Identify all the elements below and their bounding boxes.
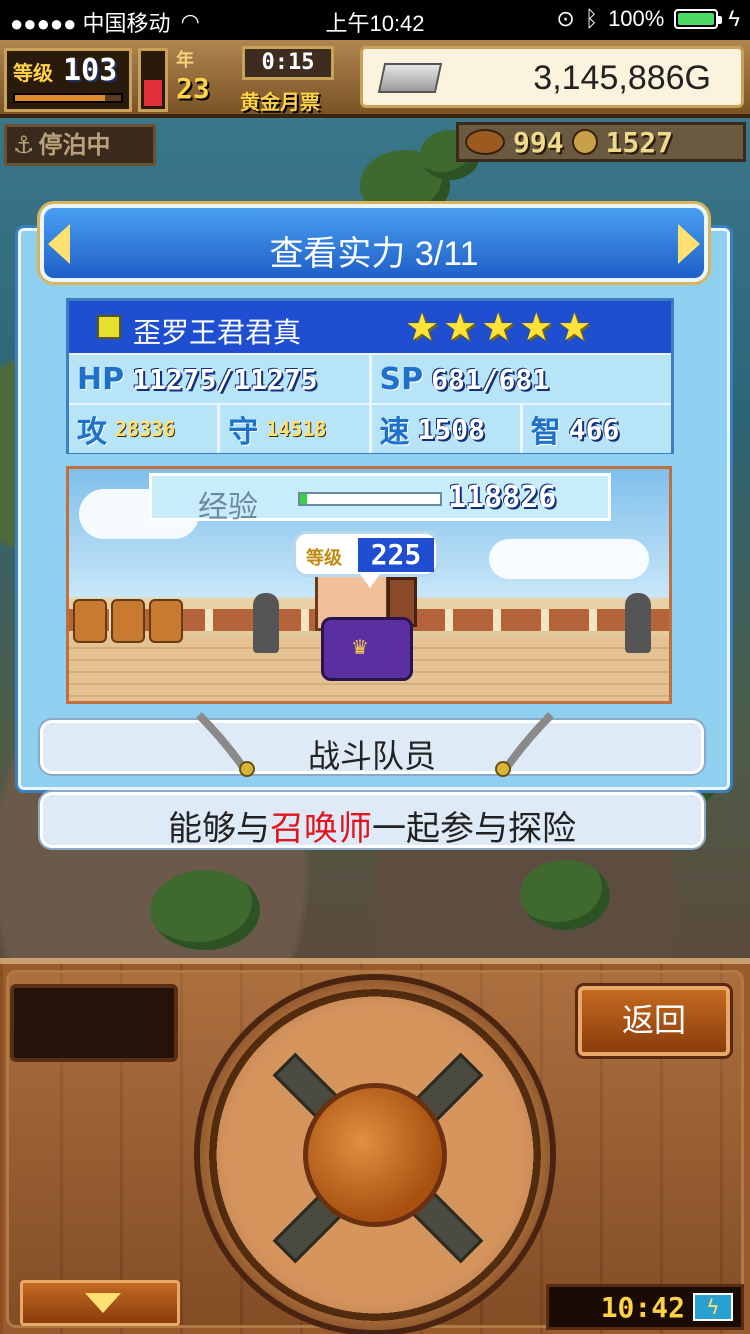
character-scene: ♛ 经验 118826 等级 225 (66, 466, 672, 704)
exp-progress (298, 492, 442, 506)
barrel-icon (111, 599, 145, 643)
status-right: ⊙ ᛒ 100% ϟ (556, 6, 740, 32)
role-bar: 战斗队员 (40, 712, 704, 777)
description-post: 一起参与探险 (372, 810, 576, 848)
member-type-icon (97, 315, 121, 339)
sub-screen-slot (10, 984, 178, 1062)
battery-icon (674, 9, 723, 29)
docked-label: 停泊中 (38, 131, 111, 159)
stamina-gauge (138, 48, 168, 112)
timer-display: 0:15 (242, 46, 334, 80)
sp-value: 681/681 (431, 362, 550, 396)
sp-cell: SP 681/681 (371, 355, 671, 403)
def-label: 守 (228, 415, 259, 450)
resource-box: 994 1527 (456, 122, 746, 162)
coin-value: 1527 (605, 125, 674, 159)
gold-box[interactable]: 3,145,886G (360, 46, 744, 108)
month-label: 黄金月票 (240, 90, 320, 114)
food-icon (465, 129, 505, 155)
silver-bar-icon (377, 63, 443, 93)
status-bar: ●●●●● 中国移动 ◠ 上午10:42 ⊙ ᛒ 100% ϟ (0, 0, 750, 40)
battery-percent: 100% (608, 6, 665, 31)
star-icon: ★ (481, 305, 516, 349)
barrel-icon (73, 599, 107, 643)
spd-cell: 速 1508 (371, 405, 523, 453)
spd-value: 1508 (417, 412, 485, 446)
description-pre: 能够与 (168, 810, 270, 848)
level-progress-bar (13, 93, 123, 103)
cannon-icon (625, 593, 651, 653)
int-value: 466 (568, 412, 620, 446)
bluetooth-icon: ᛒ (584, 6, 599, 31)
crown-emblem-icon: ♛ (351, 635, 369, 659)
star-rating: ★ ★ ★ ★ ★ (405, 307, 591, 347)
stat-row-hp-sp: HP 11275/11275 SP 681/681 (69, 355, 671, 403)
sword-icon (495, 712, 554, 777)
clock-value: 10:42 (600, 1290, 685, 1324)
hp-value: 11275/11275 (132, 362, 318, 396)
year-label: 年 (176, 50, 194, 71)
description-text: 能够与召唤师一起参与探险 (43, 801, 701, 850)
character-level-bubble: 等级 225 (293, 531, 439, 588)
docked-status: ⚓ 停泊中 (4, 124, 156, 166)
player-level-box[interactable]: 等级 103 (4, 48, 132, 112)
orientation-lock-icon: ⊙ (556, 6, 575, 31)
level-label: 等级 (13, 61, 53, 85)
coin-icon (571, 129, 598, 155)
dpad-center-button[interactable] (303, 1083, 447, 1227)
dpad-control[interactable] (200, 980, 550, 1330)
menu-down-button[interactable] (20, 1280, 180, 1326)
gold-value: 3,145,886G (533, 59, 711, 97)
int-label: 智 (530, 415, 561, 450)
clock-display: 10:42 ϟ (546, 1284, 744, 1330)
def-cell: 守 14518 (220, 405, 372, 453)
sp-label: SP (379, 361, 424, 397)
stats-panel: 歪罗王君君真 ★ ★ ★ ★ ★ HP 11275/11275 SP 681/681 攻… (66, 298, 674, 454)
dialog-title: 查看实力 3/11 (269, 235, 479, 273)
stat-row-attrs: 攻 28336 守 14518 速 1508 智 466 (69, 405, 671, 453)
year-box: 年 23 (176, 46, 238, 110)
control-panel: 返回 10:42 ϟ (0, 958, 750, 1334)
game-hud: 等级 103 年 23 0:15 黄金月票 3,145,886G (0, 40, 750, 118)
star-icon: ★ (405, 305, 440, 349)
spd-label: 速 (379, 415, 410, 450)
battery-charging-icon: ϟ (693, 1293, 733, 1321)
character-level-value: 225 (358, 538, 434, 572)
charging-icon: ϟ (728, 6, 740, 31)
barrel-icon (149, 599, 183, 643)
star-icon: ★ (519, 305, 554, 349)
atk-cell: 攻 28336 (69, 405, 221, 453)
back-button[interactable]: 返回 (578, 986, 730, 1056)
character-level-label: 等级 (306, 548, 342, 569)
year-value: 23 (176, 72, 210, 105)
level-value: 103 (63, 53, 118, 88)
hp-cell: HP 11275/11275 (69, 355, 372, 403)
next-member-button[interactable] (678, 224, 700, 264)
anchor-icon: ⚓ (13, 131, 35, 159)
role-label: 战斗队员 (307, 738, 436, 774)
int-cell: 智 466 (522, 405, 671, 453)
name-row: 歪罗王君君真 ★ ★ ★ ★ ★ (69, 301, 671, 353)
exp-label: 经验 (198, 491, 258, 524)
atk-value: 28336 (115, 417, 176, 441)
description-highlight: 召唤师 (270, 810, 372, 848)
exp-bar: 经验 118826 (149, 473, 611, 524)
star-icon: ★ (557, 305, 592, 349)
description-bar: 能够与召唤师一起参与探险 (40, 792, 704, 848)
def-value: 14518 (266, 417, 327, 441)
member-name: 歪罗王君君真 (133, 317, 302, 348)
dialog-title-bar: 查看实力 3/11 (40, 204, 708, 282)
hp-label: HP (77, 361, 125, 397)
exp-value: 118826 (448, 480, 557, 515)
food-value: 994 (513, 125, 564, 159)
atk-label: 攻 (77, 415, 107, 450)
star-icon: ★ (443, 305, 478, 349)
cannon-icon (253, 593, 279, 653)
